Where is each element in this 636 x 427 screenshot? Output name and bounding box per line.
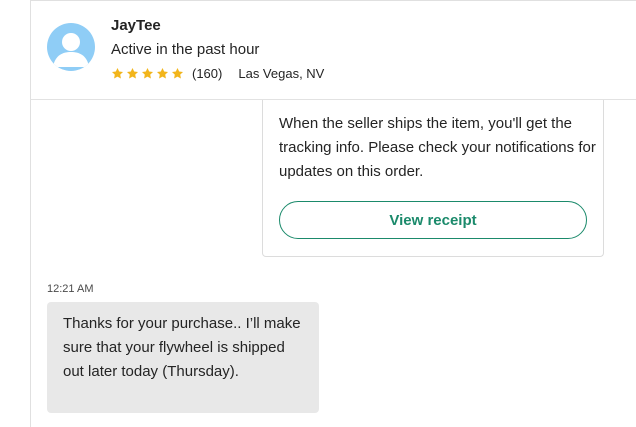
star-icon — [126, 67, 139, 79]
receipt-info-text: When the seller ships the item, you'll g… — [279, 115, 596, 180]
user-silhouette-icon — [53, 33, 89, 67]
rating-count[interactable]: (160) — [192, 66, 222, 81]
seller-activity-status: Active in the past hour — [111, 41, 260, 58]
star-icon — [111, 67, 124, 79]
seller-avatar[interactable] — [47, 23, 95, 71]
message-timestamp: 12:21 AM — [47, 283, 94, 295]
star-icon — [141, 67, 154, 79]
message-text: Thanks for your purchase.. I’ll make sur… — [63, 315, 301, 380]
seller-name[interactable]: JayTee — [111, 17, 161, 34]
view-receipt-button[interactable]: View receipt — [279, 201, 587, 239]
seller-location: Las Vegas, NV — [238, 66, 325, 81]
star-icon — [171, 67, 184, 79]
message-bubble: Thanks for your purchase.. I’ll make sur… — [47, 302, 319, 413]
receipt-card: When the seller ships the item, you'll g… — [262, 100, 604, 257]
seller-rating-row: (160) Las Vegas, NV — [111, 66, 324, 81]
star-icon — [156, 67, 169, 79]
rating-stars[interactable] — [111, 67, 184, 80]
